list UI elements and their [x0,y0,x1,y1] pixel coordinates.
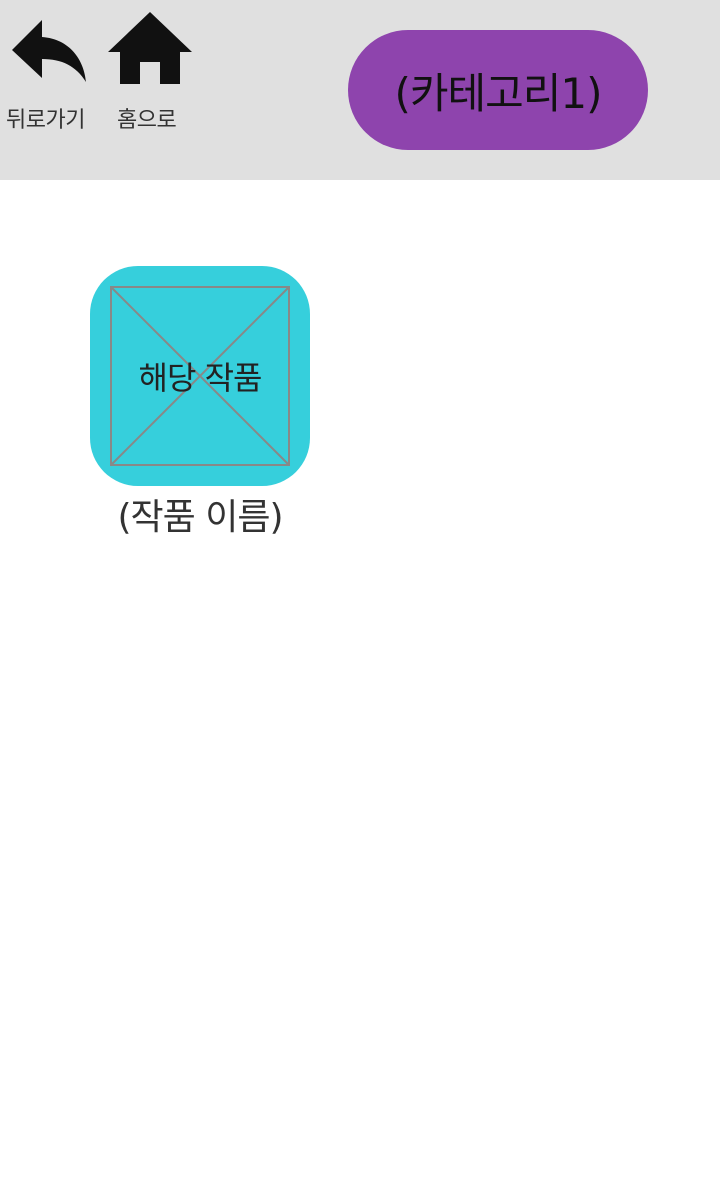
category-tab[interactable]: (카테고리1) [348,30,648,150]
home-icon [108,12,192,84]
artwork-card[interactable]: 해당 작품 [90,266,310,486]
artwork-thumb-label: 해당 작품 [138,359,263,397]
back-button[interactable]: 뒤로가기 [0,0,100,140]
home-label: 홈으로 [117,108,177,133]
home-button[interactable]: 홈으로 [104,0,196,140]
top-bar: 뒤로가기 홈으로 (카테고리1) [0,0,720,180]
artwork-name[interactable]: (작품 이름) [90,488,310,540]
back-arrow-icon [12,20,86,82]
back-label: 뒤로가기 [6,108,85,133]
